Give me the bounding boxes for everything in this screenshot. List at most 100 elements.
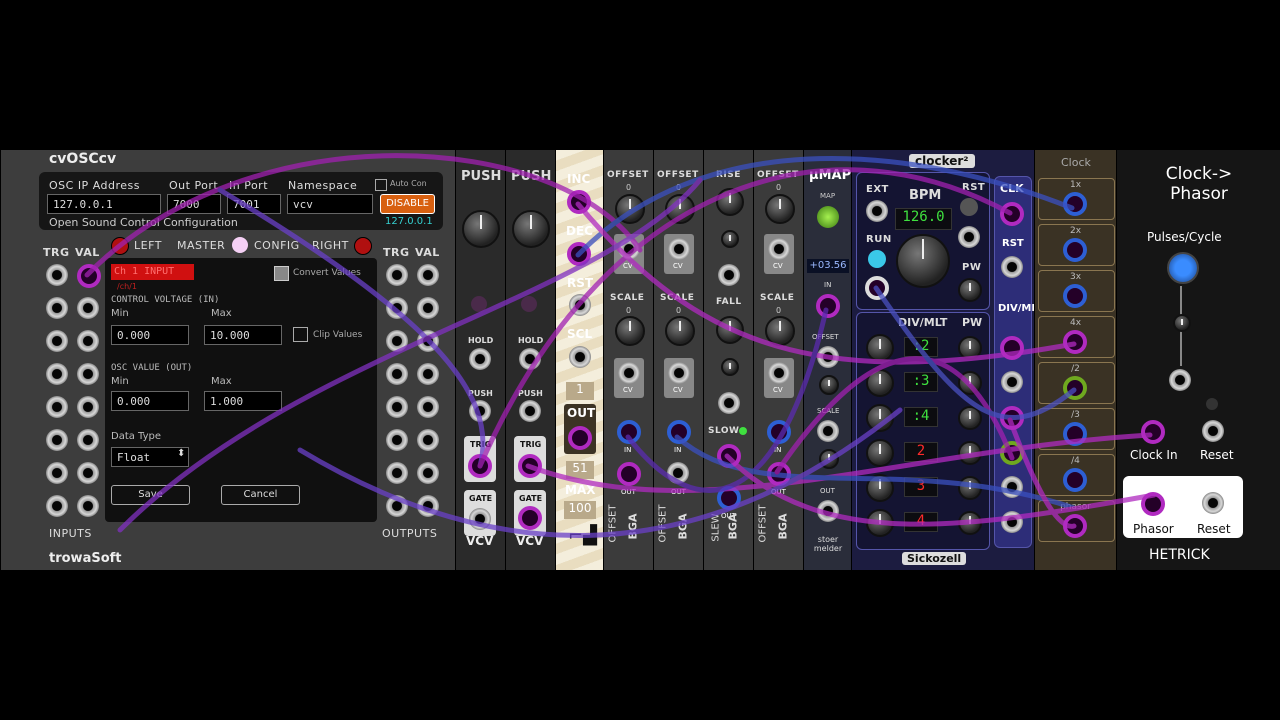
umap-scale-jack[interactable]: [817, 420, 839, 442]
output-val-jack-2[interactable]: [417, 297, 439, 319]
divmlt-pw-knob-5[interactable]: [958, 476, 982, 500]
clk-plug[interactable]: [1000, 202, 1024, 226]
run-button[interactable]: [868, 250, 886, 268]
divmlt-out-4[interactable]: [1000, 441, 1024, 465]
input-trg-jack-8[interactable]: [46, 495, 68, 517]
cv-min-input[interactable]: 0.000: [111, 325, 189, 345]
offset-cv-jack[interactable]: [618, 238, 640, 260]
divmlt-pw-knob-3[interactable]: [958, 406, 982, 430]
output-trg-jack-8[interactable]: [386, 495, 408, 517]
clock-output-plug-3[interactable]: [1063, 284, 1087, 308]
scl-jack[interactable]: [569, 346, 591, 368]
cancel-button[interactable]: Cancel: [221, 485, 300, 505]
offset-out-jack[interactable]: [667, 462, 689, 484]
output-trg-jack-4[interactable]: [386, 363, 408, 385]
scale-knob[interactable]: [615, 316, 645, 346]
input-val-jack-1[interactable]: [77, 264, 101, 288]
rise-knob[interactable]: [716, 188, 744, 216]
offset-knob[interactable]: [665, 194, 695, 224]
offset-knob[interactable]: [765, 194, 795, 224]
umap-scale-knob[interactable]: [819, 449, 839, 469]
scale-knob[interactable]: [665, 316, 695, 346]
pw-knob[interactable]: [958, 278, 982, 302]
divmlt-out-6[interactable]: [1001, 511, 1023, 533]
rst-out-jack[interactable]: [1001, 256, 1023, 278]
rst-jack[interactable]: [569, 294, 591, 316]
output-trg-jack-6[interactable]: [386, 429, 408, 451]
output-val-jack-8[interactable]: [417, 495, 439, 517]
input-trg-jack-4[interactable]: [46, 363, 68, 385]
umap-offset-knob[interactable]: [819, 375, 839, 395]
reset-out-jack[interactable]: [1202, 492, 1224, 514]
fall-cv-knob[interactable]: [721, 358, 739, 376]
offset-cv-jack[interactable]: [668, 238, 690, 260]
divmlt-knob-2[interactable]: [866, 369, 894, 397]
offset-out-plug[interactable]: [617, 462, 641, 486]
convert-values-checkbox[interactable]: [274, 266, 289, 281]
offset-in-plug[interactable]: [667, 420, 691, 444]
clock-output-plug-6[interactable]: [1063, 422, 1087, 446]
output-val-jack-6[interactable]: [417, 429, 439, 451]
input-trg-jack-5[interactable]: [46, 396, 68, 418]
output-val-jack-7[interactable]: [417, 462, 439, 484]
push-jack[interactable]: [469, 400, 491, 422]
output-val-jack-1[interactable]: [417, 264, 439, 286]
output-trg-jack-3[interactable]: [386, 330, 408, 352]
pulses-cv-jack[interactable]: [1169, 369, 1191, 391]
fall-cv-jack[interactable]: [718, 392, 740, 414]
offset-in-plug[interactable]: [617, 420, 641, 444]
scale-knob[interactable]: [765, 316, 795, 346]
dec-plug[interactable]: [567, 242, 591, 266]
save-button[interactable]: Save: [111, 485, 190, 505]
push-button[interactable]: [512, 210, 550, 248]
inc-plug[interactable]: [567, 190, 591, 214]
trig-output-plug[interactable]: [468, 454, 492, 478]
clip-values-checkbox[interactable]: [293, 327, 308, 342]
offset-out-plug[interactable]: [767, 462, 791, 486]
divmlt-knob-1[interactable]: [866, 334, 894, 362]
output-val-jack-5[interactable]: [417, 396, 439, 418]
push-jack[interactable]: [519, 400, 541, 422]
disable-button[interactable]: DISABLE: [380, 194, 435, 214]
scale-cv-jack[interactable]: [768, 362, 790, 384]
namespace-input[interactable]: vcv: [287, 194, 373, 214]
trig-output-plug[interactable]: [518, 454, 542, 478]
rst-jack[interactable]: [958, 226, 980, 248]
divmlt-knob-3[interactable]: [866, 404, 894, 432]
input-val-jack-5[interactable]: [77, 396, 99, 418]
divmlt-out-3[interactable]: [1000, 406, 1024, 430]
rst-button[interactable]: [960, 198, 978, 216]
in-port-input[interactable]: 7001: [227, 194, 281, 214]
pulses-trim-knob[interactable]: [1173, 314, 1191, 332]
left-led-button[interactable]: [111, 237, 129, 255]
out-port-input[interactable]: 7000: [167, 194, 221, 214]
ext-jack[interactable]: [866, 200, 888, 222]
reset-in-jack[interactable]: [1202, 420, 1224, 442]
pulses-knob[interactable]: [1167, 252, 1199, 284]
divmlt-pw-knob-1[interactable]: [958, 336, 982, 360]
input-val-jack-6[interactable]: [77, 429, 99, 451]
phasor-out-plug[interactable]: [1141, 492, 1165, 516]
map-button[interactable]: [817, 206, 839, 228]
channel-name-field[interactable]: Ch 1 INPUT: [111, 264, 194, 280]
slew-in-plug[interactable]: [717, 444, 741, 468]
output-trg-jack-2[interactable]: [386, 297, 408, 319]
input-val-jack-4[interactable]: [77, 363, 99, 385]
clock-output-plug-4[interactable]: [1063, 330, 1087, 354]
output-val-jack-4[interactable]: [417, 363, 439, 385]
output-trg-jack-5[interactable]: [386, 396, 408, 418]
rise-cv-knob[interactable]: [721, 230, 739, 248]
umap-in-plug[interactable]: [816, 294, 840, 318]
input-trg-jack-6[interactable]: [46, 429, 68, 451]
push-button[interactable]: [462, 210, 500, 248]
bpm-knob[interactable]: [896, 234, 950, 288]
input-trg-jack-1[interactable]: [46, 264, 68, 286]
divmlt-knob-5[interactable]: [866, 474, 894, 502]
umap-out-jack[interactable]: [817, 500, 839, 522]
right-led-button[interactable]: [354, 237, 372, 255]
slow-led[interactable]: [739, 427, 747, 435]
clock-output-plug-7[interactable]: [1063, 468, 1087, 492]
scale-cv-jack[interactable]: [668, 362, 690, 384]
input-val-jack-8[interactable]: [77, 495, 99, 517]
offset-in-plug[interactable]: [767, 420, 791, 444]
